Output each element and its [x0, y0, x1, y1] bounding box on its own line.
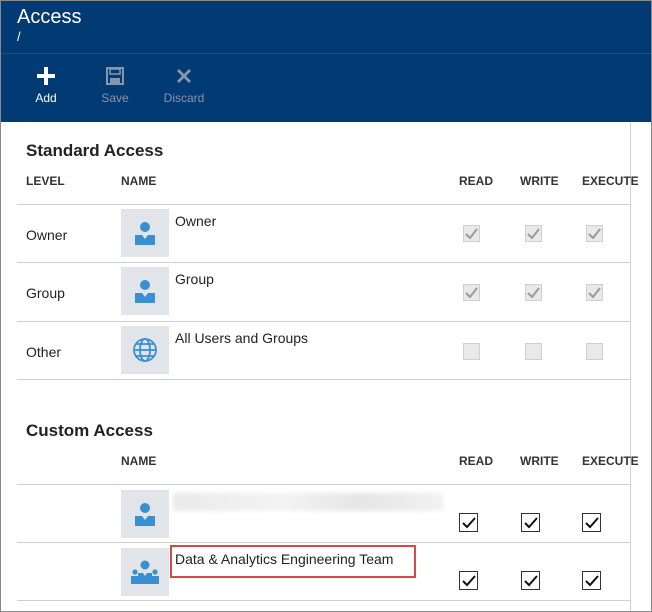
read-checkbox: [463, 225, 480, 242]
add-button[interactable]: Add: [26, 65, 66, 105]
user-icon: [121, 490, 169, 538]
read-checkbox[interactable]: [459, 571, 478, 590]
save-icon: [95, 65, 135, 87]
write-checkbox: [525, 284, 542, 301]
close-icon: [159, 65, 209, 87]
read-checkbox: [463, 284, 480, 301]
write-checkbox: [525, 225, 542, 242]
table-row: Other All Users and Groups: [17, 321, 630, 380]
vertical-scrollbar[interactable]: [630, 122, 651, 611]
row-level: Other: [26, 344, 62, 360]
execute-checkbox: [586, 284, 603, 301]
execute-checkbox[interactable]: [582, 571, 601, 590]
save-label: Save: [101, 91, 129, 105]
row-level: Group: [26, 285, 65, 301]
highlight-annotation: [170, 545, 416, 578]
write-checkbox[interactable]: [521, 571, 540, 590]
group-icon: [121, 548, 169, 596]
col-execute-header: EXECUTE: [582, 454, 639, 468]
header-bar: Access / Add Save Discard: [1, 1, 651, 122]
execute-checkbox: [586, 343, 603, 360]
col-read-header: READ: [459, 454, 494, 468]
add-label: Add: [35, 91, 57, 105]
path-breadcrumb: /: [17, 29, 21, 44]
table-row: [17, 484, 630, 542]
save-button[interactable]: Save: [95, 65, 135, 105]
table-row: Owner Owner: [17, 204, 630, 262]
plus-icon: [26, 65, 66, 87]
table-row: Group Group: [17, 262, 630, 321]
discard-label: Discard: [163, 91, 205, 105]
page-title: Access: [17, 6, 82, 28]
read-checkbox: [463, 343, 480, 360]
user-icon: [121, 209, 169, 257]
col-level-header: LEVEL: [26, 174, 65, 188]
user-icon: [121, 267, 169, 315]
row-level: Owner: [26, 227, 68, 243]
row-name: All Users and Groups: [175, 330, 309, 346]
read-checkbox[interactable]: [459, 513, 478, 532]
discard-button[interactable]: Discard: [159, 65, 209, 105]
row-name: Group: [175, 271, 214, 287]
write-checkbox[interactable]: [521, 513, 540, 532]
col-execute-header: EXECUTE: [582, 174, 639, 188]
execute-checkbox: [586, 225, 603, 242]
col-read-header: READ: [459, 174, 494, 188]
row-name: Owner: [175, 213, 217, 229]
custom-access-title: Custom Access: [26, 421, 153, 440]
col-write-header: WRITE: [520, 454, 559, 468]
access-panel: Access / Add Save Discard Standard Acces…: [0, 0, 652, 612]
redacted-name: [173, 493, 443, 511]
header-divider: [1, 53, 651, 54]
col-name-header: NAME: [121, 454, 157, 468]
globe-icon: [121, 326, 169, 374]
standard-access-title: Standard Access: [26, 141, 164, 160]
write-checkbox: [525, 343, 542, 360]
col-write-header: WRITE: [520, 174, 559, 188]
execute-checkbox[interactable]: [582, 513, 601, 532]
col-name-header: NAME: [121, 174, 157, 188]
content-area: Standard Access LEVEL NAME READ WRITE EX…: [1, 122, 651, 611]
